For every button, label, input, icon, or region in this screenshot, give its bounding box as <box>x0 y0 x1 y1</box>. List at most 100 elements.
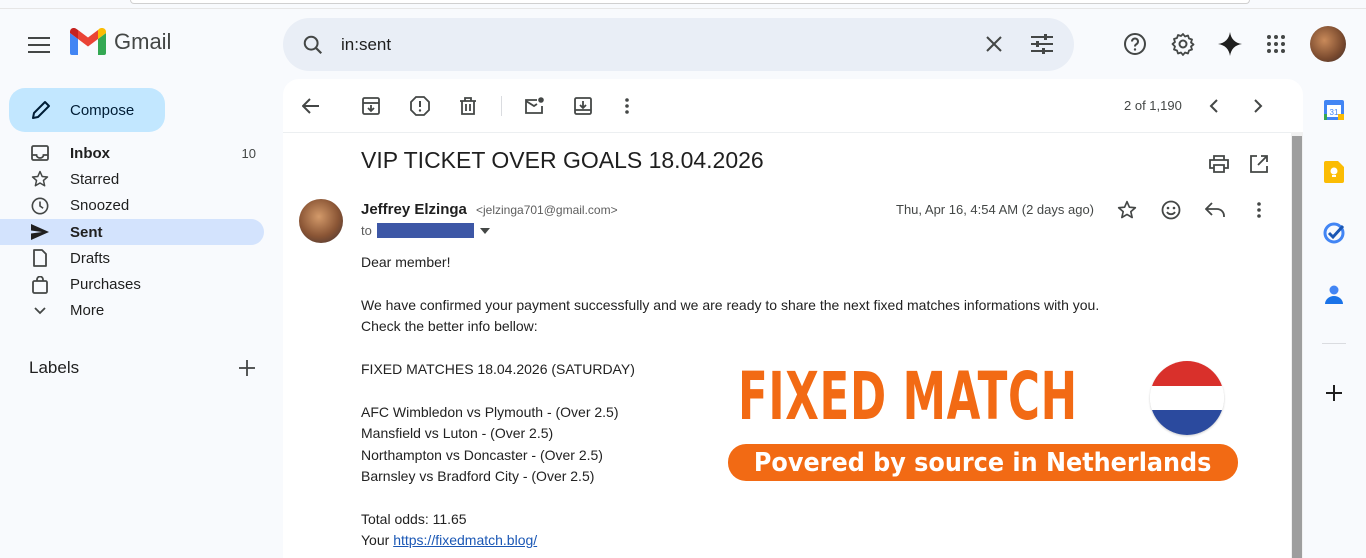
fixed-match-banner: FIXED MATCH Povered by source in Netherl… <box>728 359 1240 484</box>
send-icon <box>30 222 50 242</box>
gmail-logo[interactable]: Gmail <box>70 28 171 55</box>
top-divider <box>0 8 1366 9</box>
toolbar-divider <box>501 96 502 116</box>
flag-blue-stripe <box>1150 410 1224 435</box>
search-icon[interactable] <box>299 31 327 59</box>
body-greeting: Dear member! <box>361 254 451 270</box>
archive-icon[interactable] <box>358 93 384 119</box>
link-line: Your https://fixedmatch.blog/ <box>361 532 537 548</box>
sidebar-item-starred[interactable]: Starred <box>0 166 264 192</box>
draft-icon <box>30 248 50 268</box>
gemini-icon[interactable] <box>1216 30 1244 58</box>
print-icon[interactable] <box>1206 151 1232 177</box>
contacts-icon[interactable] <box>1322 283 1346 307</box>
more-options-icon[interactable] <box>614 93 640 119</box>
help-icon[interactable] <box>1121 30 1149 58</box>
match-line: AFC Wimbledon vs Plymouth - (Over 2.5) <box>361 404 619 420</box>
flag-red-stripe <box>1150 361 1224 386</box>
email-link[interactable]: https://fixedmatch.blog/ <box>393 532 537 548</box>
sidebar-item-label: Snoozed <box>70 197 130 215</box>
details-dropdown-icon[interactable] <box>479 227 490 234</box>
compose-button[interactable]: Compose <box>9 88 165 132</box>
browser-bar-edge <box>130 0 1250 4</box>
pagination-text: 2 of 1,190 <box>1124 98 1182 113</box>
settings-icon[interactable] <box>1169 30 1197 58</box>
account-avatar[interactable] <box>1310 26 1346 62</box>
sidebar-item-label: Purchases <box>70 276 141 294</box>
scrollbar-thumb[interactable] <box>1292 136 1302 558</box>
sidebar-item-inbox[interactable]: Inbox 10 <box>0 140 264 166</box>
delete-icon[interactable] <box>455 93 481 119</box>
flag-white-stripe <box>1150 385 1224 411</box>
search-options-icon[interactable] <box>1028 30 1056 58</box>
sidebar-item-sent[interactable]: Sent <box>0 218 264 246</box>
email-subject: VIP TICKET OVER GOALS 18.04.2026 <box>361 147 764 173</box>
search-input[interactable] <box>341 31 941 59</box>
svg-text:31: 31 <box>1330 108 1339 117</box>
message-panel: 2 of 1,190 VIP TICKET OVER GOALS 18.04.2… <box>283 79 1303 558</box>
tasks-icon[interactable] <box>1322 221 1346 245</box>
sidebar-item-label: Drafts <box>70 249 111 267</box>
sender-email: <jelzinga701@gmail.com> <box>476 203 618 217</box>
clock-icon <box>30 196 50 216</box>
bag-icon <box>30 275 50 295</box>
clear-search-icon[interactable] <box>980 30 1008 58</box>
message-toolbar: 2 of 1,190 <box>283 79 1303 133</box>
recipient-line: to <box>361 223 490 238</box>
apps-icon[interactable] <box>1262 30 1290 58</box>
labels-title: Labels <box>29 358 80 377</box>
open-new-window-icon[interactable] <box>1246 151 1272 177</box>
unread-count: 10 <box>241 145 256 161</box>
body-heading: FIXED MATCHES 18.04.2026 (SATURDAY) <box>361 361 635 377</box>
labels-section: Labels <box>29 358 255 378</box>
newer-chevron-icon[interactable] <box>1201 93 1227 119</box>
pencil-icon <box>29 98 53 122</box>
report-spam-icon[interactable] <box>407 93 433 119</box>
link-prefix: Your <box>361 532 390 548</box>
match-line: Barnsley vs Bradford City - (Over 2.5) <box>361 468 595 484</box>
move-to-icon[interactable] <box>570 93 596 119</box>
add-icon[interactable] <box>1322 381 1346 405</box>
banner-subtitle-pill: Povered by source in Netherlands <box>728 444 1238 481</box>
banner-title: FIXED MATCH <box>738 358 1078 435</box>
match-line: Northampton vs Doncaster - (Over 2.5) <box>361 447 603 463</box>
menu-icon <box>28 37 50 53</box>
email-date: Thu, Apr 16, 4:54 AM (2 days ago) <box>896 202 1095 217</box>
app-name: Gmail <box>114 28 172 54</box>
sidebar-item-label: Starred <box>70 170 120 188</box>
sender-avatar[interactable] <box>299 199 343 243</box>
star-icon <box>30 169 50 189</box>
emoji-reaction-icon[interactable] <box>1158 197 1184 223</box>
sidebar-nav: Inbox 10 Starred Snoozed Sent Drafts Pur… <box>0 140 264 324</box>
sidebar-item-purchases[interactable]: Purchases <box>0 271 264 297</box>
keep-icon[interactable] <box>1322 160 1346 184</box>
older-chevron-icon[interactable] <box>1245 93 1271 119</box>
total-odds: Total odds: 11.65 <box>361 511 467 527</box>
message-more-icon[interactable] <box>1246 197 1272 223</box>
netherlands-flag-icon <box>1150 361 1224 435</box>
compose-label: Compose <box>70 101 135 119</box>
chevron-down-icon <box>30 301 50 321</box>
sender-name[interactable]: Jeffrey Elzinga <box>361 201 467 218</box>
side-panel-divider <box>1322 343 1346 344</box>
sidebar-item-label: More <box>70 302 105 320</box>
main-menu-button[interactable] <box>24 30 54 60</box>
inbox-icon <box>30 143 50 163</box>
mark-unread-icon[interactable] <box>522 93 548 119</box>
add-label-icon[interactable] <box>239 360 255 376</box>
sidebar-item-drafts[interactable]: Drafts <box>0 245 264 271</box>
sidebar-item-snoozed[interactable]: Snoozed <box>0 193 264 219</box>
body-line-1: We have confirmed your payment successfu… <box>361 297 1100 313</box>
star-icon[interactable] <box>1114 197 1140 223</box>
match-line: Mansfield vs Luton - (Over 2.5) <box>361 425 554 441</box>
sidebar-item-more[interactable]: More <box>0 298 264 324</box>
search-bar[interactable] <box>283 18 1074 71</box>
sidebar-item-label: Sent <box>70 223 103 241</box>
sidebar-item-label: Inbox <box>70 144 110 162</box>
calendar-icon[interactable]: 31 <box>1322 98 1346 122</box>
reply-icon[interactable] <box>1202 197 1228 223</box>
banner-subtitle: Povered by source in Netherlands <box>754 447 1212 478</box>
back-icon[interactable] <box>298 93 324 119</box>
to-label: to <box>361 223 372 238</box>
gmail-m-icon <box>70 28 106 55</box>
